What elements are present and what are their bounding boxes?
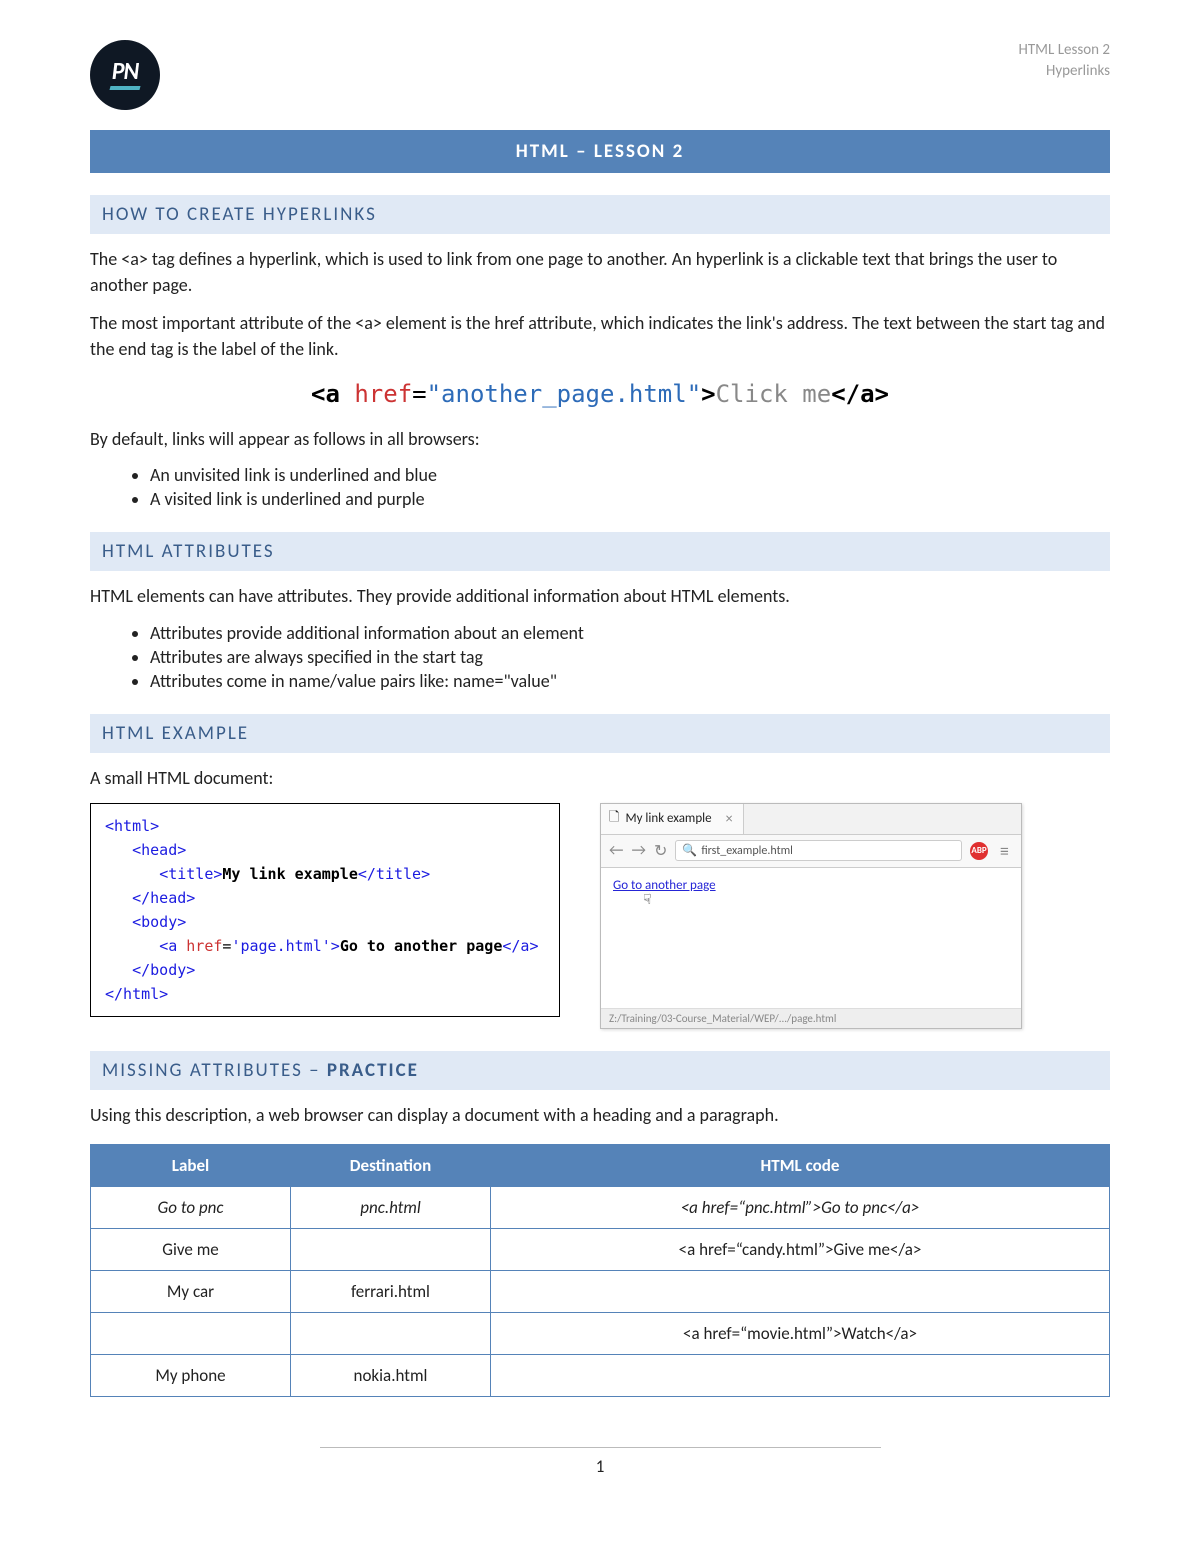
page-link[interactable]: Go to another page [613, 878, 716, 893]
cell-label: My car [91, 1270, 291, 1312]
code-close-open: > [701, 380, 715, 408]
logo-text: PN [112, 60, 139, 84]
th-label: Label [91, 1144, 291, 1186]
cell-label: Give me [91, 1228, 291, 1270]
cell-destination [291, 1312, 491, 1354]
back-icon[interactable]: ← [609, 841, 623, 860]
address-text: first_example.html [701, 844, 793, 858]
paragraph: A small HTML document: [90, 765, 1110, 791]
footer-divider [320, 1447, 881, 1448]
example-row: <html> <head> <title>My link example</ti… [90, 803, 1110, 1029]
code-hero: <a href="another_page.html">Click me</a> [90, 380, 1110, 408]
paragraph: By default, links will appear as follows… [90, 426, 1110, 452]
paragraph: The <a> tag defines a hyperlink, which i… [90, 246, 1110, 298]
forward-icon[interactable]: → [631, 841, 645, 860]
cell-code: <a href=“candy.html”>Give me</a> [491, 1228, 1110, 1270]
browser-viewport: Go to another page ☟ [601, 868, 1021, 1008]
logo-underline-icon [109, 86, 140, 90]
th-dest: Destination [291, 1144, 491, 1186]
cell-label: My phone [91, 1354, 291, 1396]
browser-mock: 🗋 My link example × ← → ↻ 🔍 first_exampl… [600, 803, 1022, 1029]
table-row: My phonenokia.html [91, 1354, 1110, 1396]
table-header-row: Label Destination HTML code [91, 1144, 1110, 1186]
page-number: 1 [90, 1456, 1110, 1477]
code-linktext: Click me [716, 380, 832, 408]
cell-destination: ferrari.html [291, 1270, 491, 1312]
list-item: Attributes are always specified in the s… [150, 646, 1110, 668]
list-item: Attributes come in name/value pairs like… [150, 670, 1110, 692]
status-bar: Z:/Training/03-Course_Material/WEP/.../p… [601, 1008, 1021, 1028]
section-heading-example: HTML EXAMPLE [90, 714, 1110, 753]
code-equals: = [412, 380, 426, 408]
bullet-list: An unvisited link is underlined and blue… [90, 464, 1110, 510]
cell-code: <a href=“pnc.html”>Go to pnc</a> [491, 1186, 1110, 1228]
search-icon: 🔍 [682, 843, 697, 858]
page-icon: 🗋 [609, 808, 619, 830]
address-bar[interactable]: 🔍 first_example.html [675, 840, 962, 861]
browser-tab[interactable]: 🗋 My link example × [601, 804, 744, 834]
cell-code [491, 1270, 1110, 1312]
table-row: Give me <a href=“candy.html”>Give me</a> [91, 1228, 1110, 1270]
cell-destination: nokia.html [291, 1354, 491, 1396]
logo: PN [90, 40, 160, 110]
browser-tabs: 🗋 My link example × [601, 804, 1021, 835]
cell-label [91, 1312, 291, 1354]
paragraph: Using this description, a web browser ca… [90, 1102, 1110, 1128]
code-close-tag: </a> [831, 380, 889, 408]
cursor-icon: ☟ [643, 893, 1009, 907]
code-open-tag: <a [311, 380, 354, 408]
cell-code [491, 1354, 1110, 1396]
document-meta: HTML Lesson 2 Hyperlinks [1019, 40, 1110, 82]
footer: 1 [90, 1447, 1110, 1477]
cell-code: <a href=“movie.html”>Watch</a> [491, 1312, 1110, 1354]
cell-destination: pnc.html [291, 1186, 491, 1228]
section-heading-hyperlinks: HOW TO CREATE HYPERLINKS [90, 195, 1110, 234]
page-title: HTML – LESSON 2 [90, 130, 1110, 173]
paragraph: HTML elements can have attributes. They … [90, 583, 1110, 609]
extension-badge-icon[interactable]: ABP [970, 842, 988, 860]
meta-line-1: HTML Lesson 2 [1019, 40, 1110, 61]
table-row: My carferrari.html [91, 1270, 1110, 1312]
header: PN HTML Lesson 2 Hyperlinks [90, 40, 1110, 110]
table-row: <a href=“movie.html”>Watch</a> [91, 1312, 1110, 1354]
cell-destination [291, 1228, 491, 1270]
practice-table: Label Destination HTML code Go to pncpnc… [90, 1144, 1110, 1397]
practice-heading-pre: MISSING ATTRIBUTES – [102, 1059, 327, 1082]
practice-heading-bold: PRACTICE [327, 1059, 419, 1082]
list-item: An unvisited link is underlined and blue [150, 464, 1110, 486]
code-attr: href [354, 380, 412, 408]
menu-icon[interactable]: ≡ [996, 840, 1013, 862]
list-item: Attributes provide additional informatio… [150, 622, 1110, 644]
bullet-list: Attributes provide additional informatio… [90, 622, 1110, 692]
code-value: "another_page.html" [427, 380, 702, 408]
meta-line-2: Hyperlinks [1019, 61, 1110, 82]
document-page: PN HTML Lesson 2 Hyperlinks HTML – LESSO… [0, 0, 1200, 1553]
paragraph: The most important attribute of the <a> … [90, 310, 1110, 362]
code-block: <html> <head> <title>My link example</ti… [90, 803, 560, 1017]
th-code: HTML code [491, 1144, 1110, 1186]
table-row: Go to pncpnc.html<a href=“pnc.html”>Go t… [91, 1186, 1110, 1228]
cell-label: Go to pnc [91, 1186, 291, 1228]
tab-title: My link example [625, 811, 711, 826]
close-icon[interactable]: × [726, 810, 733, 827]
list-item: A visited link is underlined and purple [150, 488, 1110, 510]
browser-toolbar: ← → ↻ 🔍 first_example.html ABP ≡ [601, 835, 1021, 868]
section-heading-practice: MISSING ATTRIBUTES – PRACTICE [90, 1051, 1110, 1090]
section-heading-attributes: HTML ATTRIBUTES [90, 532, 1110, 571]
reload-icon[interactable]: ↻ [654, 841, 667, 861]
